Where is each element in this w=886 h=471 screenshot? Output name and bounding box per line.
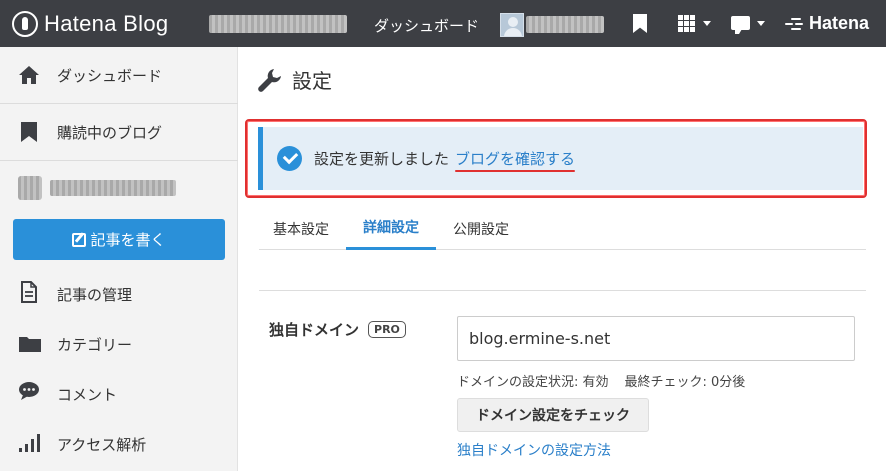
sidebar-item-label: 記事の管理 <box>57 285 133 304</box>
settings-updated-notice: 設定を更新しました ブログを確認する <box>258 127 863 190</box>
chevron-down-icon[interactable] <box>757 21 765 26</box>
sidebar-item-analytics[interactable]: アクセス解析 <box>0 419 238 469</box>
last-check-text: 最終チェック: 0分後 <box>624 375 746 390</box>
divider <box>0 160 238 161</box>
home-icon <box>19 66 39 84</box>
hatena-brand-text: Hatena <box>809 13 870 33</box>
hatena-blog-logo-icon <box>12 11 38 37</box>
sidebar-item-dashboard[interactable]: ダッシュボード <box>0 47 238 103</box>
main-content: 設定 設定を更新しました ブログを確認する 基本設定 詳細設定 公開設定 独自ド… <box>239 47 886 471</box>
hatena-blog-logo[interactable]: Hatena Blog <box>12 10 168 38</box>
chevron-down-icon[interactable] <box>703 21 711 26</box>
custom-domain-label-text: 独自ドメイン <box>269 321 360 339</box>
top-bar: Hatena Blog ダッシュボード Hatena <box>0 0 886 47</box>
edit-icon <box>72 232 87 247</box>
user-name-redacted[interactable] <box>526 16 604 33</box>
document-icon <box>21 281 37 303</box>
domain-status-text: ドメインの設定状況: 有効 <box>457 375 609 390</box>
sidebar-item-label: コメント <box>57 385 118 404</box>
sidebar-item-label: カテゴリー <box>57 335 133 354</box>
sidebar-item-comments[interactable]: コメント <box>0 369 238 419</box>
grid-menu-icon[interactable] <box>678 15 695 32</box>
hatena-mark-icon <box>785 17 805 31</box>
page-title: 設定 <box>257 65 332 94</box>
view-blog-link[interactable]: ブログを確認する <box>455 148 576 172</box>
comment-icon <box>19 382 39 400</box>
sidebar: ダッシュボード 購読中のブログ 記事を書く 記事の管理 カテゴリー コメント ア… <box>0 47 238 471</box>
notification-comment-icon[interactable] <box>731 16 750 34</box>
bookmark-icon <box>21 122 37 142</box>
page-title-text: 設定 <box>292 69 332 93</box>
sidebar-item-articles[interactable]: 記事の管理 <box>0 269 238 319</box>
folder-icon <box>19 337 41 352</box>
bookmark-icon[interactable] <box>633 14 647 33</box>
blog-title-redacted[interactable] <box>50 180 176 196</box>
blog-icon-redacted[interactable] <box>18 176 42 200</box>
write-article-label: 記事を書く <box>90 231 166 249</box>
sidebar-item-label: ダッシュボード <box>57 66 163 85</box>
bar-chart-icon <box>19 434 40 452</box>
hatena-brand-link[interactable]: Hatena <box>785 13 869 34</box>
check-circle-icon <box>277 146 302 171</box>
tab-advanced-settings[interactable]: 詳細設定 <box>346 207 436 250</box>
domain-howto-link[interactable]: 独自ドメインの設定方法 <box>457 440 611 460</box>
check-domain-button[interactable]: ドメイン設定をチェック <box>457 398 649 432</box>
notice-message: 設定を更新しました <box>314 150 450 168</box>
custom-domain-input[interactable] <box>457 316 855 361</box>
pro-badge: PRO <box>368 321 406 338</box>
sidebar-item-subscriptions[interactable]: 購読中のブログ <box>0 104 238 160</box>
user-avatar[interactable] <box>500 13 524 37</box>
dashboard-link[interactable]: ダッシュボード <box>374 15 479 36</box>
sidebar-item-label: アクセス解析 <box>57 435 147 454</box>
tab-publish-settings[interactable]: 公開設定 <box>439 207 523 250</box>
sidebar-item-categories[interactable]: カテゴリー <box>0 319 238 369</box>
write-article-button[interactable]: 記事を書く <box>13 219 225 260</box>
tab-basic-settings[interactable]: 基本設定 <box>259 207 343 250</box>
logo-text: Hatena Blog <box>44 11 169 36</box>
custom-domain-label: 独自ドメイン PRO <box>269 319 406 340</box>
sidebar-item-label: 購読中のブログ <box>57 123 163 142</box>
divider <box>259 290 866 291</box>
blog-name-redacted[interactable] <box>209 15 347 33</box>
domain-status: ドメインの設定状況: 有効 最終チェック: 0分後 <box>457 371 745 390</box>
settings-tabs: 基本設定 詳細設定 公開設定 <box>259 207 866 250</box>
wrench-icon <box>258 68 281 92</box>
